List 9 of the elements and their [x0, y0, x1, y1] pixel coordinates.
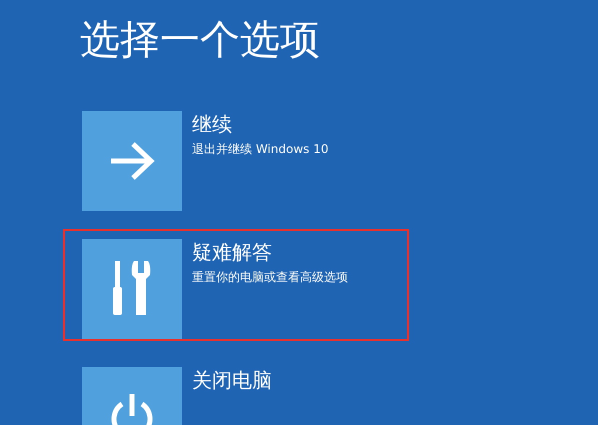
option-description: 重置你的电脑或查看高级选项: [192, 269, 348, 285]
option-tile[interactable]: [82, 239, 182, 339]
option-title[interactable]: 关闭电脑: [192, 367, 272, 393]
tools-icon: [112, 261, 152, 317]
option-title[interactable]: 疑难解答: [192, 239, 272, 265]
option-tile[interactable]: [82, 111, 182, 211]
option-title[interactable]: 继续: [192, 111, 232, 137]
option-description: 退出并继续 Windows 10: [192, 141, 328, 157]
page-title: 选择一个选项: [80, 16, 320, 65]
